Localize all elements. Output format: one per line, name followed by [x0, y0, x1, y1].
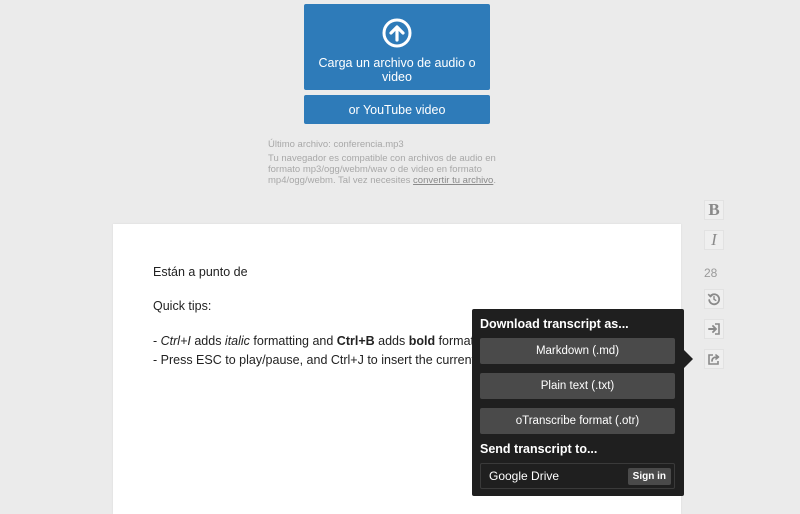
compat-period: . — [493, 175, 496, 186]
reset-button[interactable] — [704, 289, 724, 309]
google-drive-row: Google Drive Sign in — [480, 463, 675, 489]
tip1-key-bold: Ctrl+B — [336, 334, 375, 348]
download-otr-button[interactable]: oTranscribe format (.otr) — [480, 408, 675, 434]
panel-pointer — [684, 350, 693, 368]
export-panel: Download transcript as... Markdown (.md)… — [472, 309, 684, 496]
tip1-italic-word: italic — [224, 334, 250, 348]
last-file-text: Último archivo: conferencia.mp3 — [268, 139, 404, 150]
convert-file-link[interactable]: convertir tu archivo — [413, 175, 493, 186]
file-info: Último archivo: conferencia.mp3 Tu naveg… — [268, 139, 528, 189]
import-icon — [708, 323, 720, 335]
google-drive-sign-in-button[interactable]: Sign in — [627, 467, 671, 485]
reset-icon — [707, 293, 721, 306]
upload-file-button[interactable]: Carga un archivo de audio o video — [304, 4, 490, 90]
download-markdown-button[interactable]: Markdown (.md) — [480, 338, 675, 364]
tip1-key-italic: Ctrl+I — [160, 334, 191, 348]
bold-button[interactable]: B — [704, 200, 724, 220]
google-drive-label: Google Drive — [489, 469, 560, 483]
upload-arrow-icon — [382, 18, 412, 48]
download-heading: Download transcript as... — [480, 317, 629, 331]
tip1-bold-word: bold — [408, 334, 436, 348]
tip1-mid-2: formatting and — [249, 334, 337, 348]
upload-button-label: Carga un archivo de audio o video — [318, 56, 476, 84]
editor-line-1: Están a punto de — [153, 265, 248, 279]
export-icon — [708, 354, 720, 365]
tip1-mid-3: adds — [374, 334, 409, 348]
download-plain-text-button[interactable]: Plain text (.txt) — [480, 373, 675, 399]
youtube-video-button[interactable]: or YouTube video — [304, 95, 490, 124]
italic-button[interactable]: I — [704, 230, 724, 250]
tip1-mid-1: adds — [190, 334, 225, 348]
export-button[interactable] — [704, 349, 724, 369]
playback-speed: 28 — [704, 266, 718, 280]
send-heading: Send transcript to... — [480, 442, 598, 456]
tip1-prefix: - — [153, 334, 161, 348]
compat-text: Tu navegador es compatible con archivos … — [268, 153, 528, 186]
import-button[interactable] — [704, 319, 724, 339]
